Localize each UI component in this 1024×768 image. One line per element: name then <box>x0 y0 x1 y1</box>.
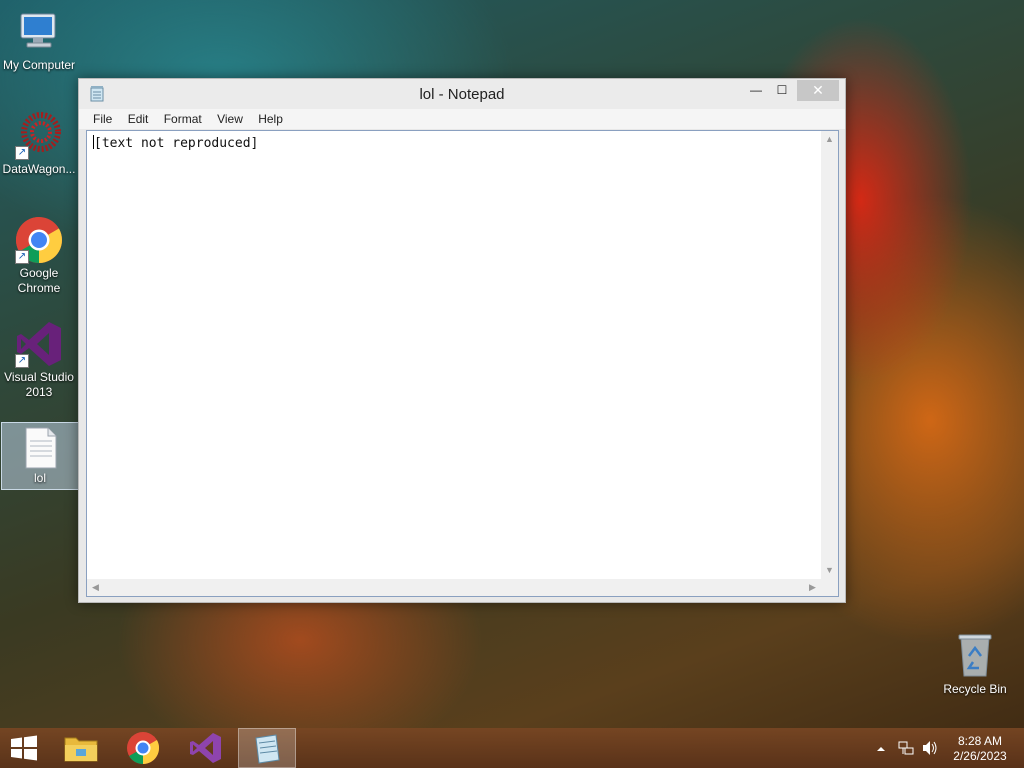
desktop-icon-datawagon[interactable]: ↗ DataWagon... <box>0 112 78 177</box>
volume-icon[interactable] <box>920 728 940 768</box>
menu-help[interactable]: Help <box>252 109 289 126</box>
title-bar[interactable]: lol - Notepad — ☐ ✕ <box>79 79 845 109</box>
menu-file[interactable]: File <box>87 109 118 126</box>
desktop-icon-recycle-bin[interactable]: Recycle Bin <box>936 632 1014 697</box>
window-title: lol - Notepad <box>419 86 505 103</box>
editor-text-line: [text not reproduced] <box>93 135 258 151</box>
shortcut-arrow-icon: ↗ <box>15 146 29 160</box>
minimize-button[interactable]: — <box>743 80 769 101</box>
scroll-down-arrow-icon[interactable]: ▼ <box>821 562 838 579</box>
chevron-up-icon <box>877 747 885 751</box>
desktop-icon-label: DataWagon... <box>2 162 76 176</box>
desktop-icon-google-chrome[interactable]: ↗ Google Chrome <box>0 216 78 296</box>
visual-studio-icon <box>190 733 221 763</box>
desktop-icon-label: Google Chrome <box>17 266 61 295</box>
taskbar: 8:28 AM 2/26/2023 <box>0 728 1024 768</box>
shortcut-arrow-icon: ↗ <box>15 354 29 368</box>
taskbar-file-explorer[interactable] <box>52 728 110 768</box>
desktop-icon-my-computer[interactable]: My Computer <box>0 8 78 73</box>
start-button[interactable] <box>0 728 48 768</box>
shortcut-arrow-icon: ↗ <box>15 250 29 264</box>
windows-start-icon <box>11 735 37 761</box>
notepad-window[interactable]: lol - Notepad — ☐ ✕ File Edit Format Vie… <box>78 78 846 603</box>
file-explorer-icon <box>64 737 98 762</box>
clock-date: 2/26/2023 <box>953 749 1007 763</box>
scroll-left-arrow-icon[interactable]: ◀ <box>87 579 104 596</box>
taskbar-chrome[interactable] <box>114 728 172 768</box>
menu-bar: File Edit Format View Help <box>79 109 845 129</box>
menu-view[interactable]: View <box>211 109 249 126</box>
desktop-icon-label: Visual Studio 2013 <box>4 370 74 399</box>
computer-icon <box>15 8 63 56</box>
resize-grip-icon[interactable] <box>821 579 838 596</box>
desktop-icon-label: lol <box>33 471 46 485</box>
chrome-icon: ↗ <box>15 216 63 264</box>
recycle-bin-icon <box>951 632 999 680</box>
system-clock[interactable]: 8:28 AM 2/26/2023 <box>945 734 1015 764</box>
show-hidden-icons-button[interactable] <box>875 728 887 768</box>
desktop-icon-visual-studio[interactable]: ↗ Visual Studio 2013 <box>0 320 78 400</box>
menu-format[interactable]: Format <box>158 109 208 126</box>
desktop-icon-label: Recycle Bin <box>943 682 1007 696</box>
scroll-up-arrow-icon[interactable]: ▲ <box>821 131 838 148</box>
close-button[interactable]: ✕ <box>797 80 839 101</box>
scroll-right-arrow-icon[interactable]: ▶ <box>804 579 821 596</box>
chrome-icon <box>127 732 160 765</box>
network-icon[interactable] <box>897 728 915 768</box>
text-file-icon <box>16 427 64 469</box>
visual-studio-icon: ↗ <box>15 320 63 368</box>
horizontal-scrollbar[interactable]: ◀ ▶ <box>87 579 821 596</box>
taskbar-notepad[interactable] <box>238 728 296 768</box>
menu-edit[interactable]: Edit <box>122 109 155 126</box>
desktop-icon-lol[interactable]: lol <box>1 422 79 490</box>
document-content: [text not reproduced] <box>94 136 259 151</box>
datawagon-icon: ↗ <box>15 112 63 160</box>
taskbar-visual-studio[interactable] <box>176 728 234 768</box>
maximize-button[interactable]: ☐ <box>769 80 795 101</box>
vertical-scrollbar[interactable]: ▲ ▼ <box>821 131 838 579</box>
clock-time: 8:28 AM <box>957 734 1003 748</box>
text-editor[interactable]: [text not reproduced] ▲ ▼ ◀ ▶ <box>86 130 839 597</box>
notepad-icon <box>255 734 280 764</box>
desktop-icon-label: My Computer <box>2 58 76 72</box>
